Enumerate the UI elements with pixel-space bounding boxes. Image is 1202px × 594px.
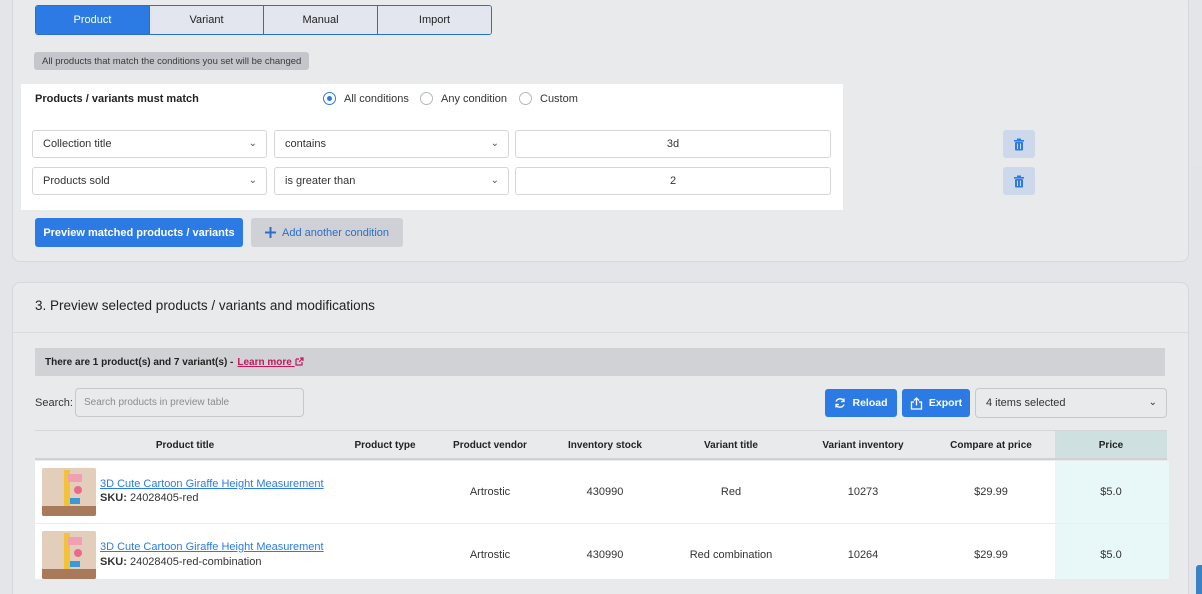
scroll-indicator[interactable] (1196, 565, 1202, 594)
cell-variant-title: Red (720, 486, 742, 498)
learn-more-link[interactable]: Learn more (237, 356, 304, 368)
condition-field-select[interactable]: Collection title ⌄ (32, 130, 267, 158)
condition-operator-select[interactable]: is greater than ⌄ (274, 167, 509, 195)
delete-condition-button[interactable] (1003, 167, 1035, 195)
condition-value-input[interactable]: 2 (515, 167, 831, 195)
col-price[interactable]: Price (1055, 440, 1167, 451)
add-condition-label: Add another condition (281, 226, 390, 239)
mode-tabs: Product Variant Manual Import (35, 5, 492, 35)
product-thumbnail[interactable] (42, 468, 96, 516)
col-product-title[interactable]: Product title (35, 440, 335, 451)
radio-any-condition[interactable]: Any condition (420, 92, 507, 105)
sku-value: 24028405-red-combination (129, 556, 262, 568)
radio-label: All conditions (344, 92, 409, 105)
info-text: There are 1 product(s) and 7 variant(s) … (45, 356, 234, 368)
tab-product[interactable]: Product (36, 6, 150, 34)
col-compare-price[interactable]: Compare at price (929, 440, 1053, 451)
sku-label: SKU: (100, 492, 127, 504)
condition-operator-value: is greater than (285, 175, 356, 187)
col-product-vendor[interactable]: Product vendor (435, 440, 545, 451)
chevron-down-icon: ⌄ (248, 175, 257, 186)
radio-icon[interactable] (519, 92, 532, 105)
columns-select[interactable]: 4 items selected ⌄ (975, 388, 1167, 418)
trash-icon (1014, 175, 1024, 187)
section-title: 3. Preview selected products / variants … (35, 298, 375, 313)
sku-label: SKU: (100, 556, 127, 568)
product-sku: SKU: 24028405-red-combination (100, 556, 261, 568)
condition-field-value: Products sold (43, 175, 110, 187)
cell-price[interactable]: $5.0 (1055, 549, 1167, 561)
cell-variant-inventory: 10264 (847, 549, 879, 561)
row-divider (35, 523, 1169, 524)
chevron-down-icon: ⌄ (490, 138, 499, 149)
product-title-link[interactable]: 3D Cute Cartoon Giraffe Height Measureme… (100, 541, 324, 553)
col-variant-title[interactable]: Variant title (665, 440, 797, 451)
chevron-down-icon: ⌄ (1148, 397, 1157, 408)
condition-operator-select[interactable]: contains ⌄ (274, 130, 509, 158)
cell-compare-price: $29.99 (974, 549, 1008, 561)
match-label: Products / variants must match (35, 93, 199, 105)
cell-inventory-stock: 430990 (586, 549, 624, 561)
product-sku: SKU: 24028405-red (100, 492, 198, 504)
chevron-down-icon: ⌄ (248, 138, 257, 149)
info-bar: There are 1 product(s) and 7 variant(s) … (35, 348, 1165, 376)
delete-condition-button[interactable] (1003, 130, 1035, 158)
learn-more-label: Learn more (237, 356, 292, 368)
radio-icon[interactable] (420, 92, 433, 105)
divider (13, 332, 1188, 333)
export-button[interactable]: Export (902, 389, 970, 417)
table-header: Product title Product type Product vendo… (35, 430, 1167, 460)
condition-value-input[interactable]: 3d (515, 130, 831, 158)
trash-icon (1014, 138, 1024, 150)
product-image (42, 468, 96, 516)
cell-vendor: Artrostic (469, 549, 511, 561)
add-condition-button[interactable]: Add another condition (251, 218, 403, 247)
columns-select-value: 4 items selected (986, 397, 1066, 409)
side-handle[interactable] (1193, 165, 1202, 239)
radio-custom[interactable]: Custom (519, 92, 578, 105)
cell-variant-inventory: 10273 (847, 486, 879, 498)
search-input[interactable]: Search products in preview table (75, 388, 304, 417)
product-title-link[interactable]: 3D Cute Cartoon Giraffe Height Measureme… (100, 478, 324, 490)
external-link-icon (295, 357, 304, 366)
radio-label: Any condition (441, 92, 508, 105)
cell-compare-price: $29.99 (974, 486, 1008, 498)
export-label: Export (928, 397, 963, 409)
plus-icon (264, 227, 276, 238)
sku-value: 24028405-red (129, 492, 199, 504)
condition-field-select[interactable]: Products sold ⌄ (32, 167, 267, 195)
tab-import[interactable]: Import (378, 6, 491, 34)
radio-label: Custom (540, 92, 578, 105)
tab-manual[interactable]: Manual (264, 6, 378, 34)
tab-variant[interactable]: Variant (150, 6, 264, 34)
col-variant-inventory[interactable]: Variant inventory (797, 440, 929, 451)
export-icon (910, 396, 923, 410)
price-column-bg (1055, 461, 1169, 579)
conditions-note: All products that match the conditions y… (34, 52, 310, 70)
col-product-type[interactable]: Product type (335, 440, 435, 451)
condition-field-value: Collection title (43, 138, 112, 150)
cell-inventory-stock: 430990 (586, 486, 624, 498)
cell-variant-title: Red combination (689, 549, 773, 561)
cell-price[interactable]: $5.0 (1055, 486, 1167, 498)
cell-vendor: Artrostic (469, 486, 511, 498)
preview-matched-button[interactable]: Preview matched products / variants (35, 218, 243, 247)
chevron-down-icon: ⌄ (490, 175, 499, 186)
product-thumbnail[interactable] (42, 531, 96, 579)
reload-icon (835, 398, 846, 408)
condition-operator-value: contains (285, 138, 326, 150)
radio-all-conditions[interactable]: All conditions (323, 92, 409, 105)
product-image (42, 531, 96, 579)
reload-label: Reload (852, 397, 888, 409)
radio-checked-icon[interactable] (323, 92, 336, 105)
reload-button[interactable]: Reload (825, 389, 897, 417)
search-label: Search: (35, 397, 73, 409)
col-inventory-stock[interactable]: Inventory stock (545, 440, 665, 451)
